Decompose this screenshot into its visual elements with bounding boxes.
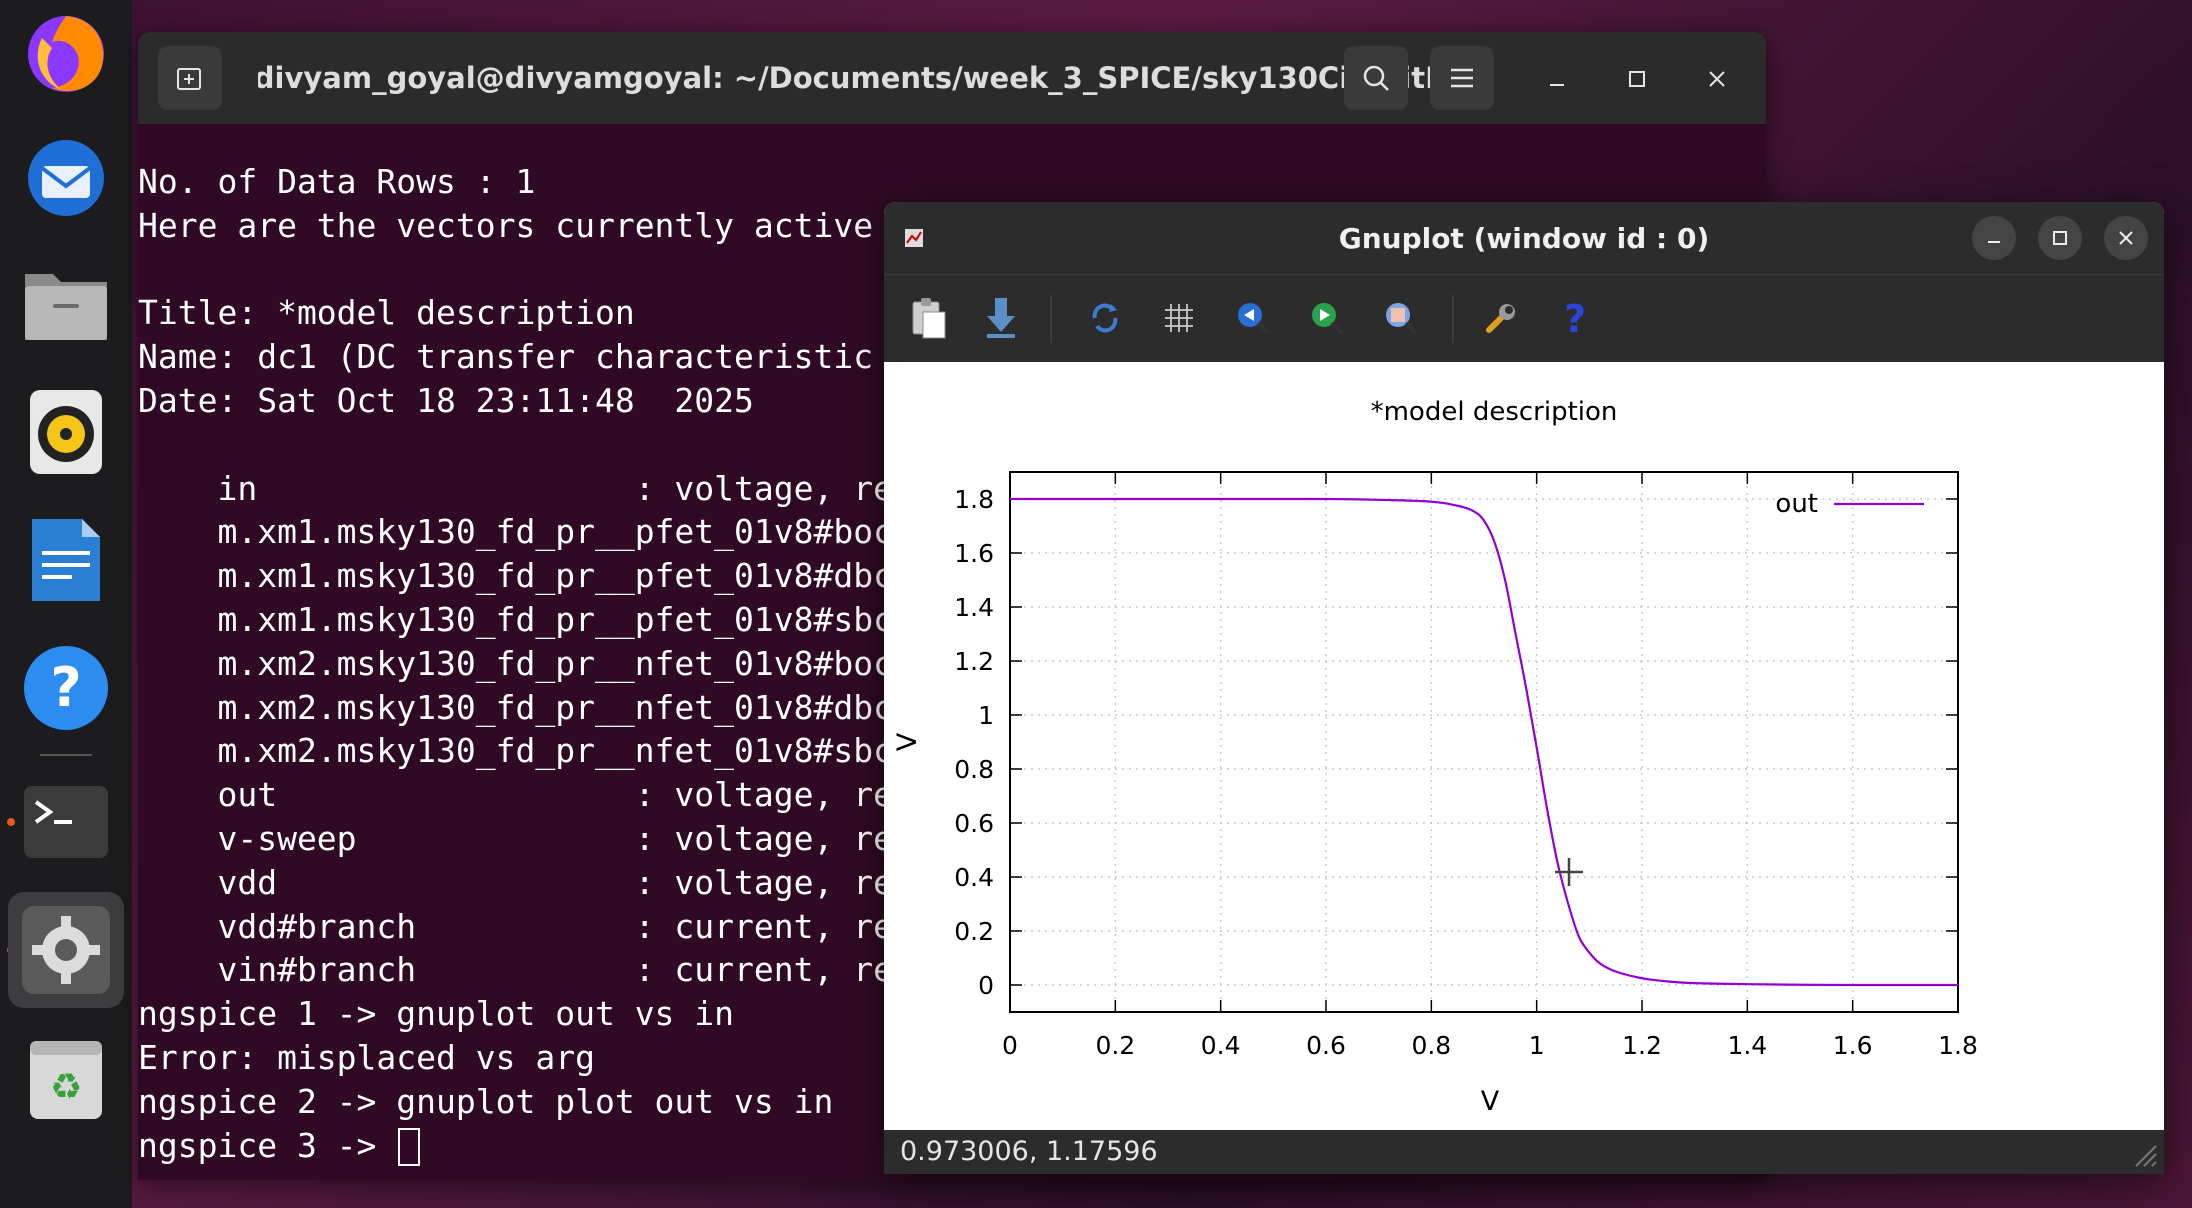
x-tick-label: 0.4 bbox=[1201, 1031, 1241, 1060]
series-line-out bbox=[1009, 497, 1959, 987]
autoscale-button[interactable] bbox=[1376, 293, 1426, 343]
y-tick-label: 1.4 bbox=[954, 593, 994, 622]
zoom-back-icon bbox=[1238, 303, 1270, 335]
replot-button[interactable] bbox=[1080, 293, 1130, 343]
x-tick-label: 0.8 bbox=[1411, 1031, 1451, 1060]
export-button[interactable] bbox=[976, 293, 1026, 343]
terminal-icon[interactable] bbox=[18, 774, 114, 870]
grid-icon bbox=[1165, 304, 1193, 332]
export-icon bbox=[987, 298, 1015, 338]
zoom-forward-button[interactable] bbox=[1302, 293, 1352, 343]
help-icon[interactable]: ? bbox=[18, 640, 114, 736]
gnuplot-header: Gnuplot (window id : 0) bbox=[884, 202, 2164, 274]
zoom-back-button[interactable] bbox=[1228, 293, 1278, 343]
minimize-icon bbox=[1988, 241, 2000, 243]
y-tick-label: 1 bbox=[978, 701, 994, 730]
close-button[interactable] bbox=[1696, 58, 1738, 100]
y-tick-label: 0.6 bbox=[954, 809, 994, 838]
rhythmbox-icon[interactable] bbox=[18, 384, 114, 480]
new-tab-icon bbox=[177, 68, 201, 90]
y-tick-label: 1.2 bbox=[954, 647, 994, 676]
gp-maximize-button[interactable] bbox=[2038, 216, 2082, 260]
y-tick-label: 0.4 bbox=[954, 863, 994, 892]
gnuplot-toolbar: ? bbox=[884, 274, 2164, 362]
menu-button[interactable] bbox=[1430, 46, 1494, 110]
help-button[interactable]: ? bbox=[1550, 293, 1600, 343]
resize-grip-icon[interactable] bbox=[2130, 1140, 2158, 1168]
thunderbird-icon[interactable] bbox=[18, 128, 114, 224]
replot-icon bbox=[1092, 303, 1118, 333]
svg-text:?: ? bbox=[1564, 298, 1586, 338]
x-tick-label: 1 bbox=[1529, 1031, 1545, 1060]
trash-icon[interactable]: ♻ bbox=[18, 1030, 114, 1126]
files-icon[interactable] bbox=[18, 256, 114, 352]
toolbar-separator bbox=[1050, 295, 1052, 343]
gp-minimize-button[interactable] bbox=[1972, 216, 2016, 260]
toolbar-separator bbox=[1452, 295, 1454, 343]
close-icon bbox=[2119, 231, 2133, 245]
help-icon: ? bbox=[1564, 298, 1586, 338]
copy-icon bbox=[912, 298, 946, 339]
dock-separator bbox=[40, 754, 92, 756]
legend-label: out bbox=[1775, 489, 1818, 519]
svg-text:♻: ♻ bbox=[50, 1067, 82, 1108]
terminal-header: divyam_goyal@divyamgoyal: ~/Documents/we… bbox=[138, 32, 1766, 124]
grid-button[interactable] bbox=[1154, 293, 1204, 343]
close-icon bbox=[1709, 71, 1725, 87]
x-tick-label: 1.4 bbox=[1727, 1031, 1767, 1060]
wrench-icon bbox=[1486, 304, 1515, 333]
maximize-icon bbox=[1629, 71, 1645, 87]
plot-svg: 0 0.2 0.4 0.6 0.8 1 1.2 1.4 1.6 1.8 0 0.2 0.4 0.6 0.8 1… bbox=[892, 397, 1978, 1117]
y-tick-label: 0 bbox=[978, 971, 994, 1000]
y-tick-label: 0.8 bbox=[954, 755, 994, 784]
search-button[interactable] bbox=[1344, 46, 1408, 110]
chart-title: *model description bbox=[1371, 397, 1618, 427]
y-tick-label: 0.2 bbox=[954, 917, 994, 946]
firefox-icon[interactable] bbox=[18, 4, 114, 100]
x-tick-label: 0.6 bbox=[1306, 1031, 1346, 1060]
y-tick-label: 1.8 bbox=[954, 485, 994, 514]
minimize-icon bbox=[1550, 84, 1564, 86]
minimize-button[interactable] bbox=[1536, 58, 1578, 100]
dock: ? ♻ bbox=[0, 0, 132, 1208]
x-tick-label: 1.8 bbox=[1938, 1031, 1978, 1060]
gnuplot-statusbar: 0.973006, 1.17596 bbox=[884, 1130, 2164, 1174]
writer-icon[interactable] bbox=[18, 512, 114, 608]
gp-close-button[interactable] bbox=[2104, 216, 2148, 260]
copy-button[interactable] bbox=[904, 293, 954, 343]
x-tick-label: 1.2 bbox=[1622, 1031, 1662, 1060]
maximize-icon bbox=[2053, 231, 2067, 245]
x-tick-label: 0 bbox=[1002, 1031, 1018, 1060]
new-tab-button[interactable] bbox=[158, 46, 222, 110]
terminal-title: divyam_goyal@divyamgoyal: ~/Documents/we… bbox=[258, 61, 1478, 95]
maximize-button[interactable] bbox=[1616, 58, 1658, 100]
terminal-cursor bbox=[398, 1128, 421, 1167]
x-tick-label: 0.2 bbox=[1095, 1031, 1135, 1060]
settings-icon[interactable] bbox=[8, 892, 124, 1008]
running-indicator bbox=[7, 818, 15, 826]
y-axis-label: V bbox=[892, 732, 923, 751]
cursor-coordinates: 0.973006, 1.17596 bbox=[900, 1136, 1158, 1167]
zoom-forward-icon bbox=[1312, 303, 1344, 335]
terminal-prompt: ngspice 3 -> bbox=[138, 1125, 397, 1165]
gnuplot-window: Gnuplot (window id : 0) ? 0 0.2 0.4 0.6 … bbox=[884, 202, 2164, 1174]
x-axis-label: V bbox=[1481, 1086, 1500, 1117]
y-tick-label: 1.6 bbox=[954, 539, 994, 568]
plot-area[interactable]: 0 0.2 0.4 0.6 0.8 1 1.2 1.4 1.6 1.8 0 0.2 0.4 0.6 0.8 1… bbox=[884, 362, 2164, 1130]
x-tick-label: 1.6 bbox=[1833, 1031, 1873, 1060]
svg-text:?: ? bbox=[50, 656, 81, 719]
settings-button[interactable] bbox=[1476, 293, 1526, 343]
search-icon bbox=[1363, 65, 1389, 91]
terminal-line: No. of Data Rows : 1 bbox=[138, 162, 536, 201]
autoscale-icon bbox=[1386, 303, 1418, 335]
crosshair-cursor-icon bbox=[1555, 858, 1583, 886]
hamburger-icon bbox=[1451, 68, 1473, 88]
